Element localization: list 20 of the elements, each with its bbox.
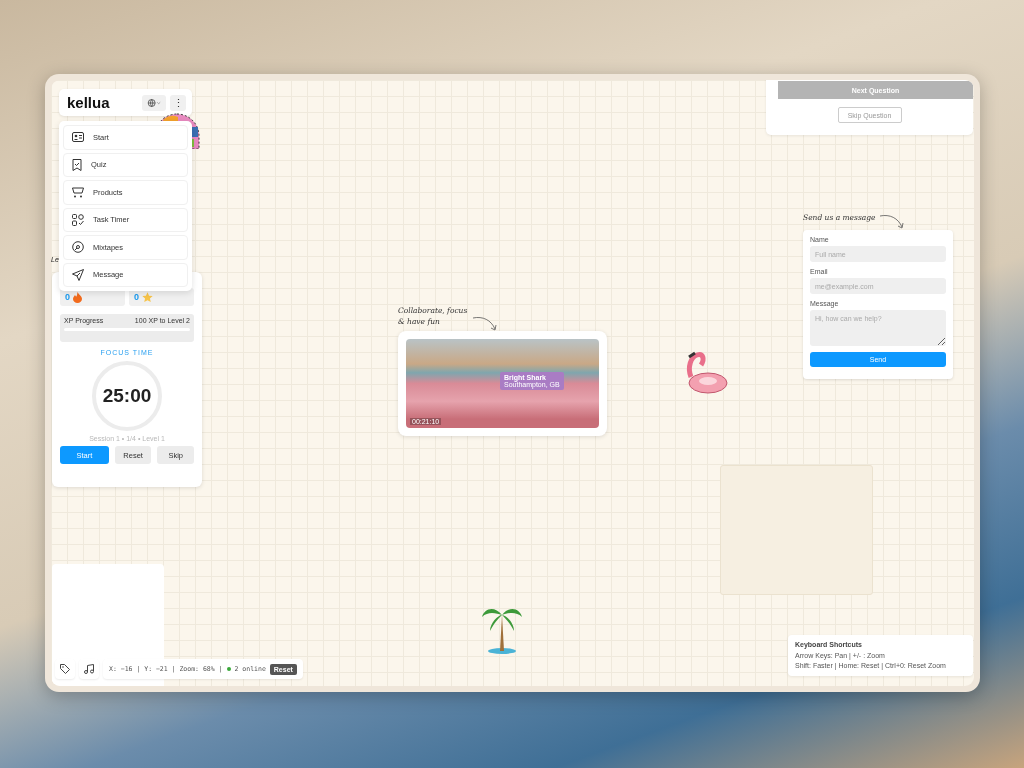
timer-display: 25:00 bbox=[102, 385, 152, 407]
online-dot bbox=[226, 667, 231, 671]
music-note-icon bbox=[84, 664, 94, 674]
curved-arrow bbox=[879, 214, 905, 230]
send-icon bbox=[72, 268, 84, 281]
star-icon bbox=[142, 291, 153, 303]
flame-icon bbox=[73, 291, 82, 303]
globe-icon bbox=[147, 97, 161, 108]
tag-icon bbox=[60, 664, 70, 674]
more-button[interactable]: ⋮ bbox=[170, 94, 186, 111]
apps-icon bbox=[72, 213, 84, 226]
music-button[interactable] bbox=[79, 659, 99, 679]
tag-button[interactable] bbox=[55, 659, 75, 679]
logo: kellua bbox=[67, 94, 111, 111]
id-card-icon bbox=[72, 132, 84, 143]
clipboard-check-icon bbox=[72, 158, 82, 171]
curved-arrow bbox=[472, 316, 498, 332]
language-button[interactable] bbox=[142, 94, 166, 111]
cart-icon bbox=[72, 186, 84, 198]
disc-icon bbox=[72, 241, 84, 254]
